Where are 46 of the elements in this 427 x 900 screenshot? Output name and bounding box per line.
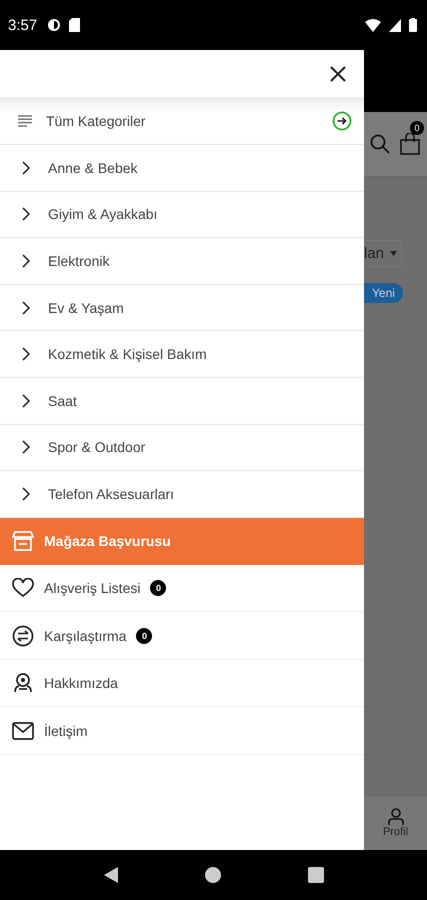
category-item[interactable]: Kozmetik & Kişisel Bakım [48,346,207,362]
status-app-icon [47,18,62,32]
chevron-right-icon [22,300,30,315]
chevron-right-icon [22,440,30,454]
signal-icon [389,18,401,32]
chevron-right-icon [22,207,30,222]
category-item[interactable]: Elektronik [48,252,110,269]
category-item[interactable]: Anne & Bebek [48,160,138,176]
count-badge: 0 [136,628,152,644]
menu-item[interactable]: Karşılaştırma [44,628,126,644]
category-item[interactable]: Ev & Yaşam [48,300,124,316]
count-badge: 0 [150,580,166,596]
chevron-right-icon [22,160,30,175]
wifi-icon [365,18,381,32]
mail-icon [12,722,34,740]
shopping-bag-icon[interactable] [400,133,420,155]
person-icon [386,808,404,826]
sd-card-icon [69,18,80,32]
store-icon [12,531,34,552]
status-time: 3:57 [8,16,38,34]
category-item[interactable]: Saat [48,392,77,409]
heart-icon [12,578,34,598]
chevron-right-icon [22,347,30,362]
cart-count-badge: 0 [410,121,424,135]
menu-item[interactable]: İletişim [44,722,88,738]
list-icon [18,114,32,126]
menu-item[interactable]: Tüm Kategoriler [46,112,146,128]
chevron-right-icon [22,394,30,408]
menu-item[interactable]: Alışveriş Listesi [44,580,140,596]
new-tag: Yeni [364,283,403,303]
caret-icon [390,251,398,256]
category-item[interactable]: Spor & Outdoor [48,439,146,456]
category-item[interactable]: Telefon Aksesuarları [48,486,174,502]
compare-icon [12,624,34,646]
category-item[interactable]: Giyim & Ayakkabı [48,206,158,222]
chevron-right-icon [22,254,30,268]
menu-item[interactable]: Hakkımızda [44,675,118,691]
battery-icon [409,18,417,32]
home-button[interactable] [205,867,222,883]
recents-button[interactable] [308,867,324,883]
search-icon[interactable] [370,134,390,154]
person-icon [12,672,34,694]
back-button[interactable] [103,866,120,884]
arrow-circle-icon[interactable] [332,110,352,130]
profile-tab[interactable]: Profil [364,795,427,850]
chevron-right-icon [22,486,30,501]
